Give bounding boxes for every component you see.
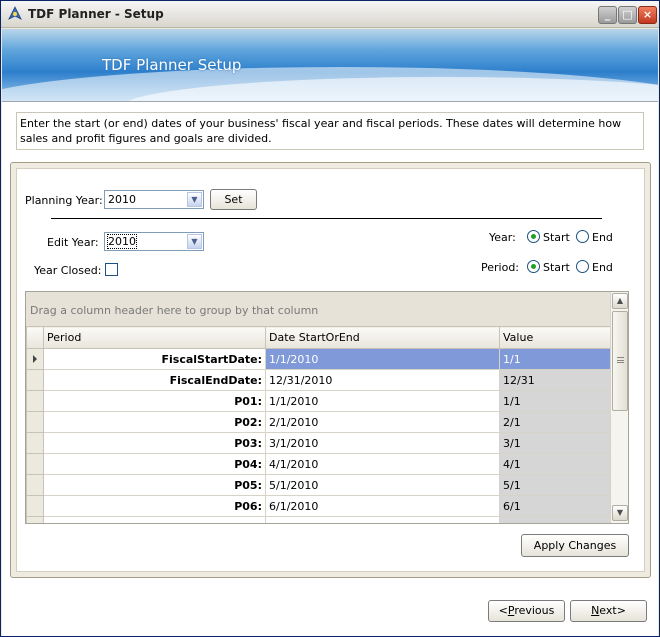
period-cell: P04: [43,453,266,475]
section-divider [51,218,602,219]
period-cell: P02: [43,411,266,433]
year-end-radio[interactable] [576,230,589,243]
date-cell[interactable]: 12/31/2010 [265,369,500,391]
grid-vertical-scrollbar[interactable]: ▲ ▼ [610,292,628,523]
table-row[interactable]: P07:7/1/20107/1 [26,516,611,523]
periods-table: Period Date StartOrEnd Value FiscalStart… [26,326,611,523]
scroll-down-icon[interactable]: ▼ [612,505,628,521]
row-indicator[interactable] [26,390,44,412]
value-cell: 1/1 [499,390,611,412]
grip-icon [617,357,624,363]
row-indicator[interactable] [26,495,44,517]
table-row[interactable]: FiscalStartDate: 1/1/2010 1/1 [26,348,611,370]
row-indicator[interactable] [26,348,44,370]
period-cell: P06: [43,495,266,517]
period-cell: P07: [43,516,266,523]
period-radio-label: Period: [481,261,520,274]
value-cell: 4/1 [499,453,611,475]
row-indicator[interactable] [26,474,44,496]
minimize-button[interactable]: _ [598,6,617,24]
column-header-value[interactable]: Value [499,326,611,349]
instructions-text: Enter the start (or end) dates of your b… [16,112,644,150]
date-cell[interactable]: 6/1/2010 [265,495,500,517]
period-end-label[interactable]: End [592,261,613,274]
period-cell: P03: [43,432,266,454]
date-cell[interactable]: 7/1/2010 [265,516,500,523]
year-closed-label: Year Closed: [34,264,102,277]
group-by-area[interactable]: Drag a column header here to group by th… [26,292,612,326]
year-radio-label: Year: [489,231,516,244]
chevron-down-icon[interactable]: ▼ [187,234,202,249]
period-cell: FiscalStartDate: [43,348,266,370]
title-bar[interactable]: TDF Planner - Setup _ □ × [1,1,659,28]
date-cell[interactable]: 1/1/2010 [265,348,500,370]
year-end-label[interactable]: End [592,231,613,244]
date-cell[interactable]: 1/1/2010 [265,390,500,412]
edit-year-value: 2010 [107,234,137,249]
period-start-label[interactable]: Start [543,261,570,274]
scroll-thumb[interactable] [612,311,628,411]
period-end-radio[interactable] [576,260,589,273]
table-row[interactable]: P03: 3/1/2010 3/1 [26,432,611,454]
planning-year-value: 2010 [108,193,136,206]
banner-title: TDF Planner Setup [102,56,242,74]
scroll-up-icon[interactable]: ▲ [612,293,628,309]
row-indicator[interactable] [26,516,44,523]
next-rest: ext> [599,604,626,617]
previous-rest: revious [514,604,555,617]
app-icon [8,6,22,20]
set-button[interactable]: Set [210,189,257,210]
apply-changes-button[interactable]: Apply Changes [521,534,629,557]
header-banner: TDF Planner Setup [2,29,658,101]
table-row[interactable]: P05: 5/1/2010 5/1 [26,474,611,496]
edit-year-label: Edit Year: [47,236,99,249]
year-start-label[interactable]: Start [543,231,570,244]
table-row[interactable]: P06: 6/1/2010 6/1 [26,495,611,517]
period-cell: P05: [43,474,266,496]
value-cell: 7/1 [499,516,611,523]
planning-year-label: Planning Year: [25,194,103,207]
value-cell: 3/1 [499,432,611,454]
value-cell: 5/1 [499,474,611,496]
next-button[interactable]: Next> [570,600,647,622]
edit-year-combo[interactable]: 2010 ▼ [104,232,204,251]
previous-prefix: < [498,604,508,617]
period-cell: FiscalEndDate: [43,369,266,391]
table-row[interactable]: P02: 2/1/2010 2/1 [26,411,611,433]
year-closed-checkbox[interactable] [105,263,118,276]
window-title: TDF Planner - Setup [28,7,164,21]
table-row[interactable]: FiscalEndDate: 12/31/2010 12/31 [26,369,611,391]
previous-button[interactable]: <Previous [488,600,565,622]
table-row[interactable]: P01: 1/1/2010 1/1 [26,390,611,412]
row-indicator[interactable] [26,432,44,454]
period-start-radio[interactable] [527,260,540,273]
value-cell: 6/1 [499,495,611,517]
date-cell[interactable]: 5/1/2010 [265,474,500,496]
maximize-button[interactable]: □ [618,6,637,24]
row-indicator[interactable] [26,453,44,475]
setup-window: TDF Planner - Setup _ □ × TDF Planner Se… [0,0,660,637]
value-cell: 1/1 [499,348,611,370]
fiscal-periods-grid[interactable]: Drag a column header here to group by th… [25,291,629,524]
date-cell[interactable]: 4/1/2010 [265,453,500,475]
period-cell: P01: [43,390,266,412]
row-indicator-header [26,326,44,349]
chevron-down-icon[interactable]: ▼ [187,192,202,207]
close-button[interactable]: × [638,6,657,24]
value-cell: 2/1 [499,411,611,433]
row-indicator[interactable] [26,369,44,391]
value-cell: 12/31 [499,369,611,391]
column-header-date[interactable]: Date StartOrEnd [265,326,500,349]
row-indicator[interactable] [26,411,44,433]
table-header-row: Period Date StartOrEnd Value [26,326,611,349]
date-cell[interactable]: 2/1/2010 [265,411,500,433]
column-header-period[interactable]: Period [43,326,266,349]
planning-year-combo[interactable]: 2010 ▼ [104,190,204,209]
year-start-radio[interactable] [527,230,540,243]
current-row-arrow-icon [33,355,37,363]
table-row[interactable]: P04: 4/1/2010 4/1 [26,453,611,475]
date-cell[interactable]: 3/1/2010 [265,432,500,454]
